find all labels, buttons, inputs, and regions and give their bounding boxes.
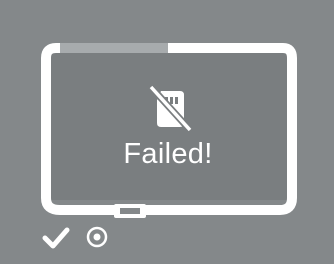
radio-dot-icon [86, 226, 108, 248]
status-message: Failed! [123, 138, 213, 170]
device-nub-slot [120, 208, 140, 214]
checkmark-icon [42, 227, 70, 249]
status-screen: Failed! [0, 0, 334, 264]
footer-status-icons [42, 226, 108, 249]
